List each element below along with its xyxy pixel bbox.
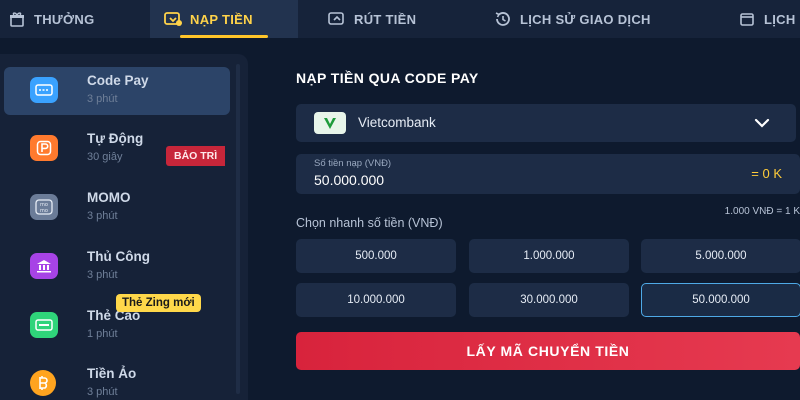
chevron-down-icon [754, 116, 770, 134]
history-icon [494, 10, 512, 28]
method-name: Tự Động [87, 131, 144, 146]
tab-label: RÚT TIỀN [354, 11, 417, 27]
method-name: MOMO [87, 190, 131, 205]
deposit-amount-field[interactable]: Số tiền nạp (VNĐ) = 0 K [296, 154, 800, 194]
method-momo[interactable]: mo mo MOMO 3 phút [4, 184, 230, 232]
quick-amount-chip[interactable]: 5.000.000 [641, 239, 800, 273]
tab-withdraw[interactable]: RÚT TIỀN [328, 0, 416, 38]
tab-label: NẠP TIỀN [190, 11, 253, 27]
method-time: 3 phút [87, 210, 118, 222]
converted-amount: = 0 K [751, 166, 782, 181]
card-icon [30, 77, 58, 103]
quick-amount-chip[interactable]: 10.000.000 [296, 283, 456, 317]
amount-input[interactable] [314, 172, 614, 188]
method-time: 3 phút [87, 269, 118, 281]
sidebar-scrollbar[interactable] [236, 64, 240, 394]
tab-schedule[interactable]: LỊCH [738, 0, 796, 38]
tab-label: LỊCH [764, 11, 796, 27]
method-manual[interactable]: Thủ Công 3 phút [4, 243, 230, 291]
method-code-pay[interactable]: Code Pay 3 phút [4, 67, 230, 115]
amount-label: Số tiền nạp (VNĐ) [314, 158, 392, 169]
new-zing-card-badge: Thẻ Zing mới [116, 294, 201, 312]
quick-amount-chip[interactable]: 30.000.000 [469, 283, 629, 317]
tab-label: THƯỞNG [34, 11, 95, 27]
method-crypto[interactable]: Tiền Ảo 3 phút [4, 360, 230, 400]
page-title: NẠP TIỀN QUA CODE PAY [296, 70, 479, 86]
bitcoin-icon [30, 370, 56, 396]
selected-bank-name: Vietcombank [358, 115, 436, 130]
method-name: Code Pay [87, 73, 149, 88]
exchange-rate: 1.000 VNĐ = 1 K [724, 206, 800, 217]
get-transfer-code-button[interactable]: LẤY MÃ CHUYỂN TIỀN [296, 332, 800, 370]
method-time: 3 phút [87, 93, 118, 105]
active-tab-indicator [180, 35, 268, 38]
svg-text:mo: mo [40, 208, 48, 214]
tab-rewards[interactable]: THƯỞNG [8, 0, 95, 38]
bank-select-dropdown[interactable]: Vietcombank [296, 104, 796, 142]
gift-icon [8, 10, 26, 28]
method-name: Thủ Công [87, 249, 150, 264]
tab-label: LỊCH SỬ GIAO DỊCH [520, 11, 651, 27]
vietcombank-logo [314, 112, 346, 134]
quick-amount-chip-selected[interactable]: 50.000.000 [641, 283, 800, 317]
quick-amount-chip[interactable]: 1.000.000 [469, 239, 629, 273]
quick-amount-label: Chọn nhanh số tiền (VNĐ) [296, 216, 443, 230]
method-time: 1 phút [87, 328, 118, 340]
momo-icon: mo mo [30, 194, 58, 220]
p-icon [30, 135, 58, 161]
deposit-icon [164, 10, 182, 28]
calendar-icon [738, 10, 756, 28]
bank-icon [30, 253, 58, 279]
quick-amount-chip[interactable]: 500.000 [296, 239, 456, 273]
method-time: 30 giây [87, 151, 123, 163]
method-name: Tiền Ảo [87, 366, 137, 381]
method-time: 3 phút [87, 386, 118, 398]
top-navigation: THƯỞNG NẠP TIỀN RÚT TIỀN LỊCH SỬ GIAO DỊ… [0, 0, 800, 38]
tab-deposit[interactable]: NẠP TIỀN [150, 0, 298, 38]
maintenance-badge: BẢO TRÌ [166, 146, 226, 166]
withdraw-icon [328, 10, 346, 28]
tab-transaction-history[interactable]: LỊCH SỬ GIAO DỊCH [494, 0, 651, 38]
scratch-card-icon [30, 312, 58, 338]
